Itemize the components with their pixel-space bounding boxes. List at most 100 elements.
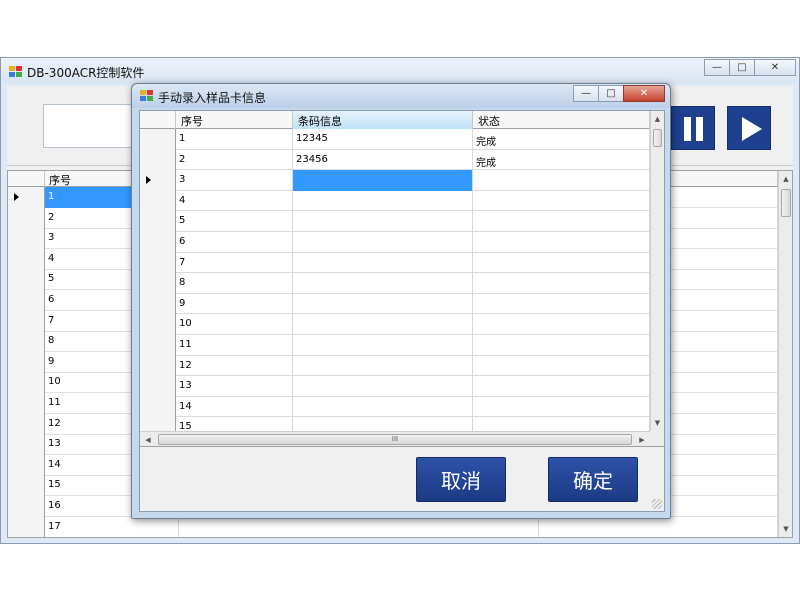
status-cell[interactable]: [473, 211, 650, 232]
cancel-button[interactable]: 取消: [416, 457, 506, 502]
status-cell[interactable]: 完成: [473, 129, 650, 150]
scroll-up-arrow-icon[interactable]: ▲: [651, 111, 664, 127]
seq-cell[interactable]: 10: [176, 314, 293, 335]
seq-cell[interactable]: 14: [176, 396, 293, 418]
dialog-titlebar[interactable]: 手动录入样品卡信息 — □ ✕: [132, 84, 670, 108]
barcode-cell[interactable]: [293, 293, 473, 315]
table-row[interactable]: 14: [140, 396, 650, 418]
row-header[interactable]: [140, 355, 176, 377]
row-header[interactable]: [8, 496, 45, 517]
row-header[interactable]: [8, 372, 45, 394]
scroll-thumb[interactable]: [781, 189, 791, 217]
seq-cell[interactable]: 1: [176, 129, 293, 150]
resize-grip-icon[interactable]: [652, 499, 662, 509]
barcode-cell[interactable]: [293, 190, 473, 212]
row-header[interactable]: [140, 170, 176, 191]
table-row[interactable]: 10: [140, 314, 650, 335]
barcode-cell[interactable]: [293, 232, 473, 253]
main-titlebar[interactable]: DB-300ACR控制软件 — □ ✕: [1, 58, 799, 84]
status-cell[interactable]: [473, 376, 650, 397]
barcode-cell[interactable]: [293, 314, 473, 335]
barcode-cell[interactable]: [293, 211, 473, 232]
table-row[interactable]: 7: [140, 252, 650, 274]
scroll-thumb[interactable]: [653, 129, 662, 147]
dialog-grid-vscroll[interactable]: ▲ ▼: [650, 111, 664, 431]
row-header[interactable]: [140, 396, 176, 418]
dialog-close-button[interactable]: ✕: [623, 85, 665, 102]
row-header[interactable]: [140, 190, 176, 212]
row-header[interactable]: [140, 273, 176, 294]
dialog-maximize-button[interactable]: □: [598, 85, 624, 102]
table-row[interactable]: 8: [140, 273, 650, 294]
row-header[interactable]: [8, 290, 45, 311]
seq-cell[interactable]: 4: [176, 190, 293, 212]
row-header[interactable]: [140, 232, 176, 253]
row-header[interactable]: [140, 376, 176, 397]
status-cell[interactable]: [473, 293, 650, 315]
table-row[interactable]: 12: [140, 355, 650, 377]
table-row[interactable]: 1 12345 完成: [140, 129, 650, 150]
status-cell[interactable]: [473, 232, 650, 253]
barcode-cell[interactable]: [293, 273, 473, 294]
close-button[interactable]: ✕: [754, 59, 796, 76]
barcode-cell[interactable]: [293, 396, 473, 418]
seq-cell[interactable]: 17: [45, 516, 179, 537]
table-row[interactable]: 4: [140, 190, 650, 212]
row-header[interactable]: [8, 331, 45, 353]
seq-cell[interactable]: 12: [176, 355, 293, 377]
status-cell[interactable]: [473, 170, 650, 191]
table-row[interactable]: 5: [140, 211, 650, 232]
pause-button[interactable]: [671, 106, 715, 150]
barcode-cell[interactable]: [293, 170, 473, 191]
barcode-cell[interactable]: 23456: [293, 149, 473, 171]
hscroll-thumb[interactable]: III: [158, 434, 632, 445]
sample-card-grid[interactable]: 序号 条码信息 状态 1 12345 完成 2 23456 完成 3 4 5 6 7 8 9 10 11 12…: [140, 111, 664, 447]
row-header[interactable]: [8, 413, 45, 435]
status-cell[interactable]: [473, 314, 650, 335]
dialog-minimize-button[interactable]: —: [573, 85, 599, 102]
row-header[interactable]: [8, 351, 45, 373]
row-header[interactable]: [140, 129, 176, 150]
status-cell[interactable]: [473, 190, 650, 212]
seq-cell[interactable]: 9: [176, 293, 293, 315]
barcode-cell[interactable]: 12345: [293, 129, 473, 150]
seq-cell[interactable]: 11: [176, 335, 293, 356]
row-header[interactable]: [140, 252, 176, 274]
grid-cell[interactable]: [179, 516, 539, 537]
status-cell[interactable]: [473, 355, 650, 377]
scroll-right-arrow-icon[interactable]: ▶: [634, 432, 650, 446]
scroll-down-arrow-icon[interactable]: ▼: [651, 415, 664, 431]
table-row[interactable]: 6: [140, 232, 650, 253]
status-cell[interactable]: [473, 273, 650, 294]
row-header[interactable]: [140, 211, 176, 232]
seq-cell[interactable]: 5: [176, 211, 293, 232]
status-cell[interactable]: [473, 252, 650, 274]
barcode-cell[interactable]: [293, 355, 473, 377]
column-header-barcode[interactable]: 条码信息: [293, 111, 473, 129]
table-row[interactable]: 2 23456 完成: [140, 149, 650, 171]
seq-cell[interactable]: 6: [176, 232, 293, 253]
dialog-grid-hscroll[interactable]: ◀ III ▶: [140, 431, 650, 446]
row-header[interactable]: [8, 393, 45, 414]
row-header[interactable]: [140, 149, 176, 171]
table-row[interactable]: 17: [8, 516, 778, 537]
start-button[interactable]: [727, 106, 771, 150]
row-header[interactable]: [8, 516, 45, 537]
row-header[interactable]: [8, 248, 45, 270]
maximize-button[interactable]: □: [729, 59, 755, 76]
table-row[interactable]: 3: [140, 170, 650, 191]
row-header[interactable]: [140, 293, 176, 315]
row-header[interactable]: [8, 269, 45, 291]
main-grid-vscroll[interactable]: ▲ ▼: [778, 171, 792, 537]
row-header[interactable]: [8, 187, 45, 208]
barcode-cell[interactable]: [293, 376, 473, 397]
status-cell[interactable]: [473, 335, 650, 356]
minimize-button[interactable]: —: [704, 59, 730, 76]
scroll-left-arrow-icon[interactable]: ◀: [140, 432, 156, 446]
column-header-status[interactable]: 状态: [473, 111, 650, 129]
confirm-button[interactable]: 确定: [548, 457, 638, 502]
status-textbox[interactable]: [43, 104, 143, 148]
status-cell[interactable]: 完成: [473, 149, 650, 171]
row-header[interactable]: [140, 314, 176, 335]
row-header[interactable]: [8, 454, 45, 476]
